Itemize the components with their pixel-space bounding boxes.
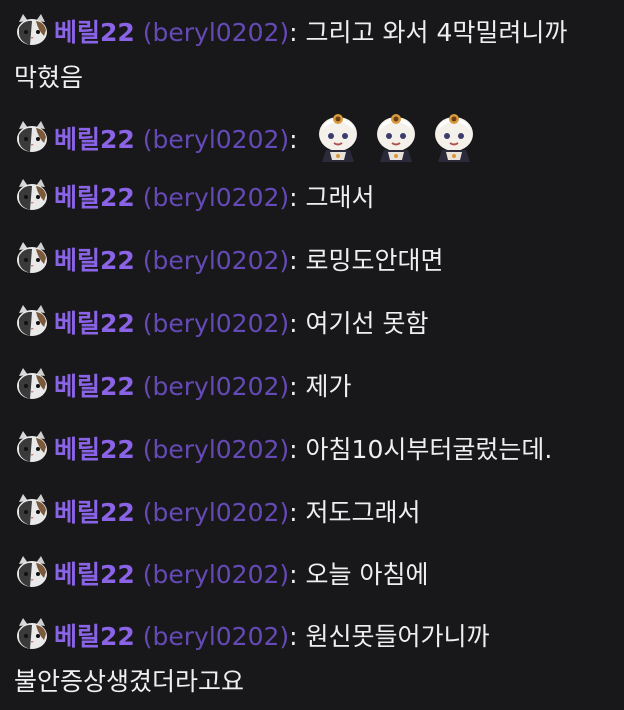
separator: : [289, 246, 298, 275]
user-login[interactable]: (beryl0202) [143, 498, 289, 527]
chat-message: 베릴22 (beryl0202): 원신못들어가니까 불안증상생겼더라고요 [14, 614, 610, 704]
paimon-emote[interactable] [312, 112, 364, 164]
chat-message: 베릴22 (beryl0202): 그리고 와서 4막밀려니까 막혔음 [14, 10, 610, 100]
cat-badge-icon[interactable] [14, 303, 50, 339]
chat-message: 베릴22 (beryl0202): [14, 114, 610, 166]
message-text: 여기선 못함 [305, 309, 429, 338]
user-login[interactable]: (beryl0202) [143, 183, 289, 212]
chat-message: 베릴22 (beryl0202): 오늘 아침에 [14, 552, 610, 597]
user-login[interactable]: (beryl0202) [143, 435, 289, 464]
separator: : [289, 372, 298, 401]
message-text: 저도그래서 [305, 498, 421, 527]
paimon-emote[interactable] [428, 112, 480, 164]
separator: : [289, 18, 298, 47]
message-text: 로밍도안대면 [305, 246, 444, 275]
user-login[interactable]: (beryl0202) [143, 246, 289, 275]
chat-log: 베릴22 (beryl0202): 그리고 와서 4막밀려니까 막혔음 베릴22… [0, 0, 624, 710]
user-login[interactable]: (beryl0202) [143, 560, 289, 589]
cat-badge-icon[interactable] [14, 492, 50, 528]
username[interactable]: 베릴22 [54, 183, 135, 212]
paimon-emote[interactable] [370, 112, 422, 164]
user-login[interactable]: (beryl0202) [143, 125, 289, 154]
username[interactable]: 베릴22 [54, 309, 135, 338]
message-text: 제가 [305, 372, 352, 401]
username[interactable]: 베릴22 [54, 372, 135, 401]
username[interactable]: 베릴22 [54, 622, 135, 651]
chat-message: 베릴22 (beryl0202): 그래서 [14, 175, 610, 220]
cat-badge-icon[interactable] [14, 429, 50, 465]
message-text: 아침10시부터굴렀는데. [305, 435, 553, 464]
username[interactable]: 베릴22 [54, 560, 135, 589]
chat-message: 베릴22 (beryl0202): 아침10시부터굴렀는데. [14, 427, 610, 472]
separator: : [289, 498, 298, 527]
chat-message: 베릴22 (beryl0202): 여기선 못함 [14, 301, 610, 346]
username[interactable]: 베릴22 [54, 246, 135, 275]
separator: : [289, 309, 298, 338]
separator: : [289, 560, 298, 589]
user-login[interactable]: (beryl0202) [143, 18, 289, 47]
user-login[interactable]: (beryl0202) [143, 622, 289, 651]
separator: : [289, 125, 298, 154]
cat-badge-icon[interactable] [14, 366, 50, 402]
username[interactable]: 베릴22 [54, 435, 135, 464]
username[interactable]: 베릴22 [54, 125, 135, 154]
separator: : [289, 183, 298, 212]
message-text: 그래서 [305, 183, 375, 212]
cat-badge-icon[interactable] [14, 240, 50, 276]
cat-badge-icon[interactable] [14, 554, 50, 590]
cat-badge-icon[interactable] [14, 177, 50, 213]
separator: : [289, 435, 298, 464]
username[interactable]: 베릴22 [54, 18, 135, 47]
user-login[interactable]: (beryl0202) [143, 372, 289, 401]
cat-badge-icon[interactable] [14, 616, 50, 652]
user-login[interactable]: (beryl0202) [143, 309, 289, 338]
username[interactable]: 베릴22 [54, 498, 135, 527]
chat-message: 베릴22 (beryl0202): 저도그래서 [14, 490, 610, 535]
cat-badge-icon[interactable] [14, 119, 50, 155]
chat-message: 베릴22 (beryl0202): 제가 [14, 364, 610, 409]
separator: : [289, 622, 298, 651]
cat-badge-icon[interactable] [14, 12, 50, 48]
message-text: 오늘 아침에 [305, 560, 429, 589]
chat-message: 베릴22 (beryl0202): 로밍도안대면 [14, 238, 610, 283]
